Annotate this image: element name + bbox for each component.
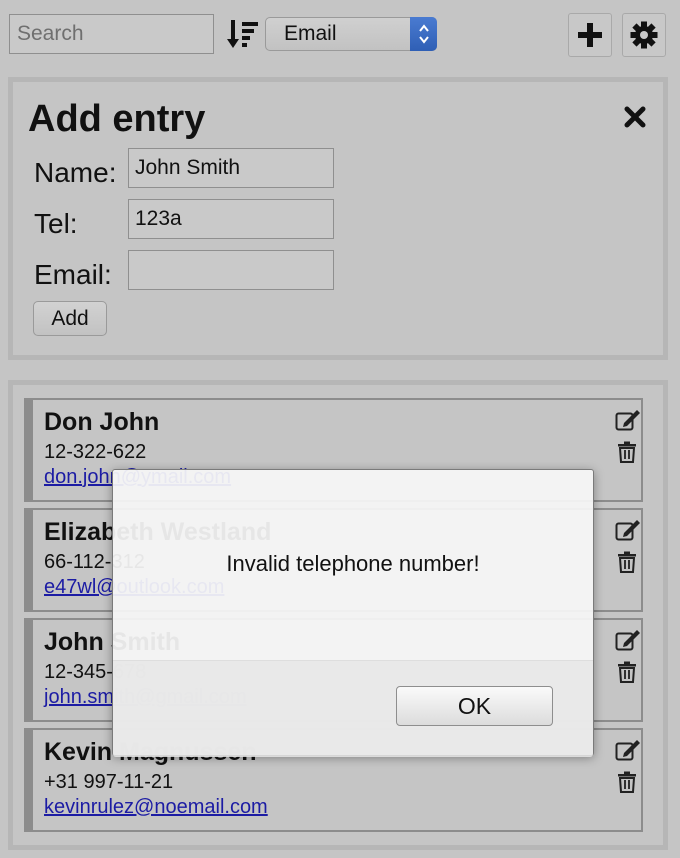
alert-footer: OK: [113, 660, 593, 757]
ok-button[interactable]: OK: [396, 686, 553, 726]
modal-overlay: Invalid telephone number! OK: [0, 0, 680, 858]
alert-message: Invalid telephone number!: [226, 551, 480, 576]
alert-dialog: Invalid telephone number! OK: [112, 469, 594, 757]
